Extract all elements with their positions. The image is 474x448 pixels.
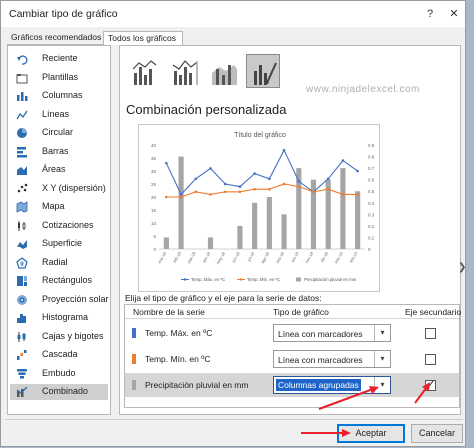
- resize-indicator-icon: ❯: [458, 262, 467, 273]
- annotation-overlay: [301, 382, 430, 437]
- red-arrow-to-dropdown: [318, 386, 379, 410]
- change-chart-type-dialog: Cambiar tipo de gráfico ? ✕ Gráficos rec…: [0, 0, 466, 447]
- red-arrow-to-checkbox: [414, 382, 430, 404]
- red-arrow-to-accept: [301, 429, 351, 437]
